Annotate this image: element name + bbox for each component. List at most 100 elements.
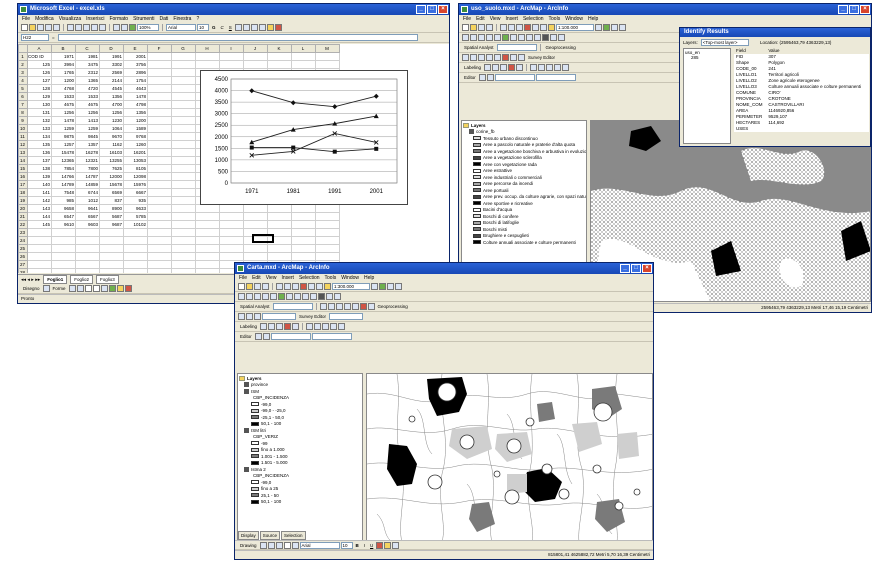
column-header[interactable]: G [171, 44, 196, 53]
grid-cell[interactable] [291, 212, 316, 221]
grid-cell[interactable] [219, 60, 244, 69]
row-header[interactable]: 20 [18, 204, 28, 213]
data-view-icon[interactable] [538, 64, 546, 71]
grid-cell[interactable] [171, 124, 196, 133]
grid-cell[interactable] [243, 220, 268, 229]
measure-icon[interactable] [558, 34, 565, 41]
save-icon[interactable] [254, 283, 261, 290]
minimize-button[interactable]: _ [838, 5, 848, 14]
identify-icon[interactable] [318, 293, 325, 300]
grid-cell[interactable] [171, 60, 196, 69]
grid-cell[interactable] [171, 52, 196, 61]
lock-labels-icon[interactable] [292, 323, 300, 330]
menu-file[interactable]: File [239, 274, 247, 282]
geoprocessing-menu[interactable]: Geoprocessing [544, 45, 578, 50]
select-features-icon[interactable] [526, 34, 533, 41]
grid-cell[interactable]: 6567 [75, 212, 100, 221]
grid-cell[interactable] [123, 244, 148, 253]
grid-cell[interactable]: 2896 [123, 68, 148, 77]
grid-cell[interactable] [243, 60, 268, 69]
grid-cell[interactable] [267, 220, 292, 229]
fill-color-icon[interactable] [384, 541, 392, 549]
fill-color-icon[interactable] [266, 24, 274, 31]
grid-cell[interactable] [75, 268, 100, 273]
zoom-combo[interactable]: 100% [137, 24, 159, 31]
delete-icon[interactable] [300, 283, 307, 290]
snap-icon[interactable] [510, 54, 517, 61]
draw-polygon-icon[interactable] [335, 303, 343, 310]
open-folder-icon[interactable] [29, 24, 36, 31]
arrow-tool-icon[interactable] [76, 285, 84, 292]
zoom-in-icon[interactable] [238, 293, 245, 300]
add-data-icon[interactable] [548, 24, 555, 31]
grid-cell[interactable] [171, 236, 196, 245]
label-weights-icon[interactable] [492, 64, 500, 71]
grid-cell[interactable]: 6547 [51, 212, 76, 221]
grid-cell[interactable] [243, 252, 268, 261]
grid-cell[interactable] [147, 180, 172, 189]
grid-cell[interactable] [99, 260, 124, 269]
grid-cell[interactable]: 136 [27, 148, 52, 157]
menu-help[interactable]: Help [364, 274, 374, 282]
grid-cell[interactable] [147, 164, 172, 173]
editor-toolbar-icon[interactable] [371, 283, 378, 290]
grid-cell[interactable] [171, 252, 196, 261]
grid-cell[interactable]: 4675 [51, 100, 76, 109]
grid-cell[interactable]: 1365 [75, 76, 100, 85]
arrow-icon[interactable] [494, 54, 501, 61]
chart-wizard-icon[interactable] [129, 24, 136, 31]
select-elements-icon[interactable] [259, 541, 267, 549]
grid-cell[interactable] [195, 204, 220, 213]
grid-cell[interactable] [75, 228, 100, 237]
grid-cell[interactable] [315, 252, 340, 261]
grid-cell[interactable] [195, 236, 220, 245]
menu-edit[interactable]: Edit [252, 274, 261, 282]
grid-cell[interactable] [219, 52, 244, 61]
grid-cell[interactable] [243, 212, 268, 221]
zoom-whole-page-icon[interactable] [275, 541, 283, 549]
grid-cell[interactable]: 15976 [123, 180, 148, 189]
grid-cell[interactable] [219, 220, 244, 229]
copy-icon[interactable] [508, 24, 515, 31]
whats-this-icon[interactable] [619, 24, 626, 31]
grid-cell[interactable]: 4675 [75, 100, 100, 109]
grid-cell[interactable]: 1533 [75, 92, 100, 101]
grid-icon[interactable] [546, 64, 554, 71]
survey-editor-menu[interactable]: Survey Editor [297, 314, 328, 319]
column-header[interactable]: D [99, 44, 124, 53]
grid-cell[interactable] [195, 268, 220, 273]
grid-cell[interactable]: 6667 [123, 188, 148, 197]
map-scale-combo[interactable]: 1:300.000 [332, 283, 370, 290]
embedded-line-chart[interactable]: 0 500 1000 1500 2000 2500 3000 3500 4000 4500 1971… [200, 70, 408, 205]
menu-finestra[interactable]: Finestra [173, 15, 191, 23]
new-file-icon[interactable] [21, 24, 28, 31]
graph-icon[interactable] [562, 64, 570, 71]
grid-cell[interactable]: 9641 [75, 204, 100, 213]
grid-cell[interactable]: 5687 [99, 212, 124, 221]
fill-tool-icon[interactable] [116, 285, 124, 292]
grid-cell[interactable]: 1162 [99, 140, 124, 149]
back-extent-icon[interactable] [510, 34, 517, 41]
row-header[interactable]: 3 [18, 68, 28, 77]
sketch-tool-icon[interactable] [478, 74, 486, 81]
toc-legend-class[interactable]: 50,1 - 100 [239, 499, 361, 506]
grid-cell[interactable]: 129 [27, 92, 52, 101]
fixed-zoom-in-icon[interactable] [254, 293, 261, 300]
grid-cell[interactable]: 9610 [51, 220, 76, 229]
grid-cell[interactable] [99, 244, 124, 253]
new-map-icon[interactable] [238, 283, 245, 290]
forward-extent-icon[interactable] [518, 34, 525, 41]
survey-editor-menu[interactable]: Survey Editor [526, 55, 557, 60]
grid-cell[interactable] [171, 76, 196, 85]
grid-cell[interactable]: 126 [27, 68, 52, 77]
selected-cell-h22[interactable] [252, 234, 274, 243]
grid-cell[interactable]: 8900 [99, 204, 124, 213]
grid-cell[interactable]: 7548 [51, 188, 76, 197]
menu-tools[interactable]: Tools [549, 15, 561, 23]
close-button[interactable]: × [860, 5, 870, 14]
grid-cell[interactable]: 935 [123, 196, 148, 205]
row-header[interactable]: 21 [18, 212, 28, 221]
task-combo[interactable] [270, 333, 311, 340]
grid-cell[interactable] [147, 188, 172, 197]
menu-strumenti[interactable]: Strumenti [133, 15, 154, 23]
